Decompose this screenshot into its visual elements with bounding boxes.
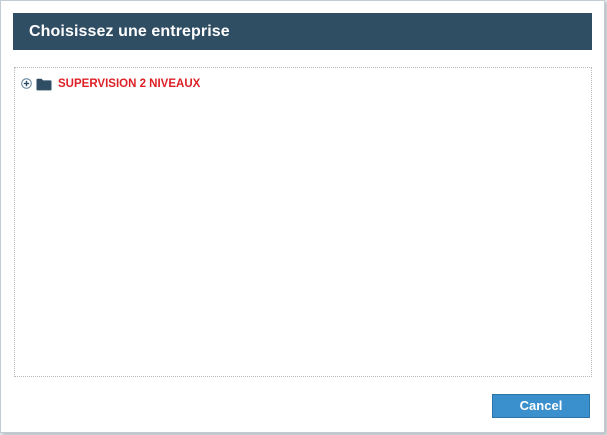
dialog-title: Choisissez une entreprise [29, 23, 230, 40]
tree-node-label[interactable]: SUPERVISION 2 NIVEAUX [58, 78, 200, 90]
cancel-button[interactable]: Cancel [492, 394, 590, 418]
tree-node-supervision[interactable]: SUPERVISION 2 NIVEAUX [21, 76, 200, 92]
company-tree: SUPERVISION 2 NIVEAUX [14, 67, 592, 377]
plus-circle-icon[interactable] [21, 76, 32, 89]
folder-icon [36, 78, 52, 91]
dialog-title-bar: Choisissez une entreprise [13, 13, 592, 50]
company-picker-dialog: Choisissez une entreprise SUPERVISION 2 … [0, 0, 605, 433]
